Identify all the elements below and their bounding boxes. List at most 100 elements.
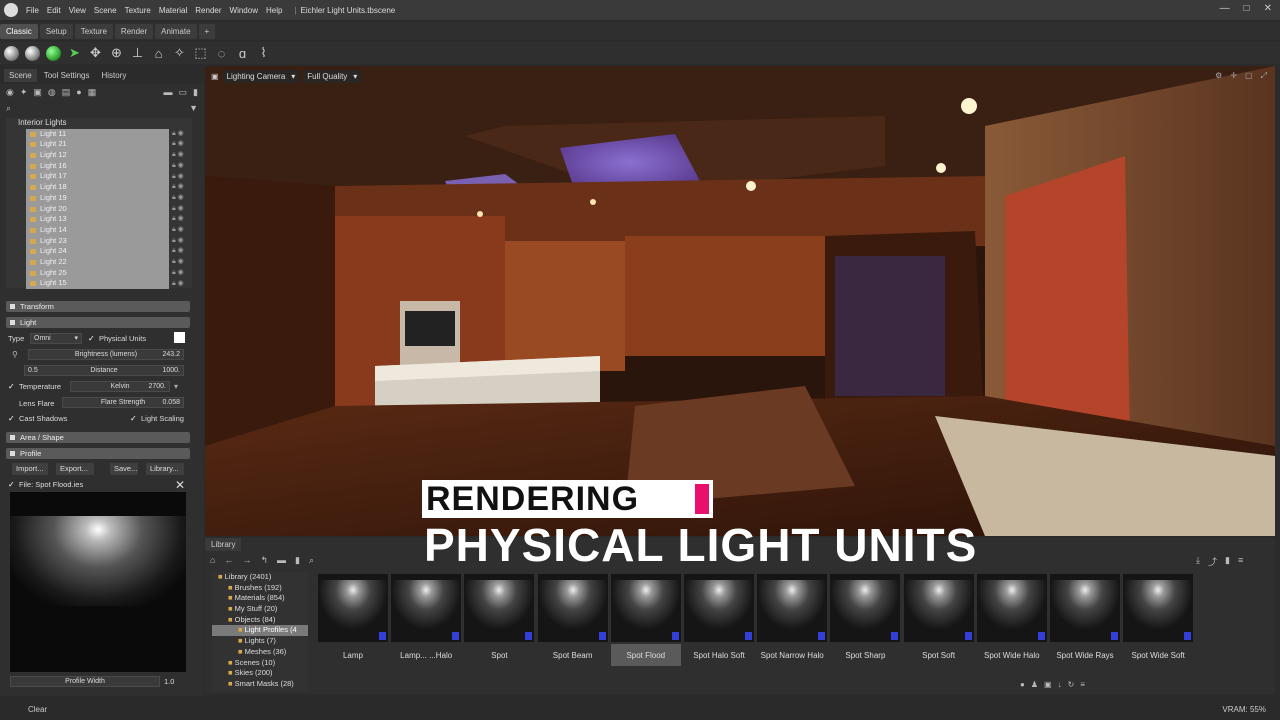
tab-setup[interactable]: Setup bbox=[39, 23, 73, 39]
menu-edit[interactable]: Edit bbox=[47, 6, 61, 15]
forward-icon[interactable]: → bbox=[242, 555, 251, 566]
tree-item-light[interactable]: Light 24 bbox=[26, 246, 169, 257]
library-item[interactable]: Spot Wide Halo bbox=[976, 574, 1047, 666]
add-object-icon[interactable]: ◉ bbox=[6, 87, 14, 98]
kelvin-menu-icon[interactable]: ▾ bbox=[174, 382, 178, 391]
lock-visibility-icon[interactable]: 🔒︎ ◉ bbox=[172, 161, 188, 170]
refresh-icon[interactable]: ↻ bbox=[1068, 680, 1075, 689]
import-button[interactable]: Import... bbox=[12, 463, 48, 475]
add-light-icon[interactable]: ✦ bbox=[20, 87, 28, 98]
library-tree-item[interactable]: ■ Scenes (10) bbox=[212, 658, 308, 669]
lasso-icon[interactable]: ɑ bbox=[235, 46, 250, 61]
library-item[interactable]: Spot Wide Rays bbox=[1050, 574, 1120, 666]
library-item[interactable]: Spot Beam bbox=[537, 574, 608, 666]
library-tree-item[interactable]: ■ Brushes (192) bbox=[212, 583, 308, 594]
rect-select-icon[interactable]: ⬚ bbox=[193, 45, 208, 61]
arrow-down-icon[interactable]: ↓ bbox=[1058, 680, 1062, 689]
camera-select[interactable]: Lighting Camera ▾ bbox=[222, 69, 300, 83]
settings-icon[interactable]: ⚙ bbox=[1215, 71, 1222, 81]
clear-button[interactable]: Clear bbox=[28, 705, 47, 714]
tree-item-light[interactable]: Light 17 bbox=[26, 171, 169, 183]
lock-visibility-icon[interactable]: 🔒︎ ◉ bbox=[172, 193, 188, 202]
expand-icon[interactable]: ⤢ bbox=[1261, 71, 1267, 81]
library-search-icon[interactable]: ⌕ bbox=[309, 555, 314, 566]
new-folder-icon[interactable]: ▬ bbox=[277, 555, 286, 566]
remove-profile-icon[interactable]: ✕ bbox=[175, 478, 185, 492]
library-button[interactable]: Library... bbox=[146, 463, 184, 475]
tree-item-light[interactable]: Light 14 bbox=[26, 224, 169, 236]
render-viewport[interactable] bbox=[205, 66, 1275, 536]
menu-render[interactable]: Render bbox=[195, 6, 221, 15]
save-button[interactable]: Save... bbox=[110, 463, 138, 475]
sphere-view-icon[interactable]: ● bbox=[1020, 680, 1025, 689]
library-tree-item[interactable]: ■ Materials (854) bbox=[212, 593, 308, 604]
grid-view-icon[interactable]: ▣ bbox=[1044, 680, 1052, 689]
back-icon[interactable]: ← bbox=[224, 555, 233, 566]
add-grid-icon[interactable]: ▦ bbox=[88, 87, 97, 98]
lock-visibility-icon[interactable]: 🔒︎ ◉ bbox=[172, 129, 188, 138]
library-item[interactable]: Spot Wide Soft bbox=[1123, 574, 1194, 666]
menu-view[interactable]: View bbox=[69, 6, 86, 15]
menu-scene[interactable]: Scene bbox=[94, 6, 117, 15]
library-item[interactable]: Spot Soft bbox=[903, 574, 974, 666]
tab-animate[interactable]: Animate bbox=[155, 23, 197, 39]
home-icon[interactable]: ⌂ bbox=[210, 555, 215, 566]
tree-item-light[interactable]: Light 19 bbox=[26, 192, 169, 204]
light-type-select[interactable]: Omni ▾ bbox=[30, 333, 82, 344]
paint-select-icon[interactable]: ⌇ bbox=[256, 45, 271, 61]
material-sphere-icon[interactable] bbox=[25, 45, 40, 61]
pivot-icon[interactable]: ⌂ bbox=[151, 46, 166, 61]
tab-tool-settings[interactable]: Tool Settings bbox=[39, 69, 95, 82]
physical-units-checkbox[interactable]: ✓ Physical Units bbox=[88, 334, 146, 343]
tree-item-light[interactable]: Light 15 bbox=[26, 278, 169, 289]
lock-visibility-icon[interactable]: 🔒︎ ◉ bbox=[172, 150, 188, 159]
move-icon[interactable]: ✥ bbox=[88, 45, 103, 61]
library-item[interactable]: Spot Narrow Halo bbox=[757, 574, 828, 666]
library-tree-item[interactable]: ■ Light Profiles (4 bbox=[212, 625, 308, 637]
tree-group-interior-lights[interactable]: Interior Lights bbox=[6, 118, 192, 129]
minimize-icon[interactable]: — bbox=[1220, 3, 1230, 14]
circle-select-icon[interactable]: ◌ bbox=[214, 46, 229, 61]
menu-material[interactable]: Material bbox=[159, 6, 187, 15]
menu-help[interactable]: Help bbox=[266, 6, 282, 15]
tab-render[interactable]: Render bbox=[114, 23, 154, 39]
section-profile[interactable]: Profile bbox=[6, 448, 190, 459]
crosshair-icon[interactable]: ✛ bbox=[1230, 71, 1237, 81]
cast-shadows-checkbox[interactable]: ✓ Cast Shadows bbox=[8, 414, 67, 423]
menu-texture[interactable]: Texture bbox=[125, 6, 151, 15]
delete-icon[interactable]: ▮ bbox=[193, 87, 198, 98]
section-transform[interactable]: Transform bbox=[6, 301, 190, 312]
maximize-icon[interactable]: □ bbox=[1244, 3, 1250, 14]
lock-visibility-icon[interactable]: 🔒︎ ◉ bbox=[172, 268, 188, 277]
library-tree-item[interactable]: ■ Lights (7) bbox=[212, 636, 308, 647]
add-sphere-icon[interactable]: ● bbox=[76, 87, 81, 97]
add-cylinder-icon[interactable]: ◍ bbox=[48, 87, 56, 98]
library-menu-icon[interactable]: ≡ bbox=[1238, 555, 1243, 568]
search-icon[interactable]: ⌕ bbox=[6, 103, 11, 114]
render-sphere-icon[interactable] bbox=[46, 45, 61, 61]
lens-flare-checkbox[interactable]: Lens Flare bbox=[8, 398, 54, 408]
duplicate-icon[interactable]: ▭ bbox=[179, 87, 188, 98]
lock-visibility-icon[interactable]: 🔒︎ ◉ bbox=[172, 279, 188, 288]
rotate-icon[interactable]: ⊕ bbox=[109, 45, 124, 61]
tab-scene[interactable]: Scene bbox=[4, 68, 37, 82]
library-tree-item[interactable]: ■ Objects (84) bbox=[212, 615, 308, 626]
wand-icon[interactable]: ✧ bbox=[172, 45, 187, 61]
lock-visibility-icon[interactable]: 🔒︎ ◉ bbox=[172, 214, 188, 223]
library-tree-item[interactable]: ■ Skies (200) bbox=[212, 668, 308, 679]
frame-icon[interactable]: ▢ bbox=[1245, 71, 1253, 81]
profile-width-value[interactable]: 1.0 bbox=[164, 677, 174, 686]
section-area-shape[interactable]: Area / Shape bbox=[6, 432, 190, 443]
library-item[interactable]: Lamp... ...Halo bbox=[391, 574, 462, 666]
library-tree-item[interactable]: ■ My Stuff (20) bbox=[212, 604, 308, 615]
library-tree-item[interactable]: ■ Meshes (36) bbox=[212, 647, 308, 658]
menu-file[interactable]: File bbox=[26, 6, 39, 15]
tree-item-light[interactable]: Light 12 bbox=[26, 150, 169, 161]
light-scaling-checkbox[interactable]: ✓ Light Scaling bbox=[130, 414, 184, 423]
tab-library[interactable]: Library bbox=[205, 538, 242, 551]
camera-icon[interactable]: ▣ bbox=[211, 72, 219, 81]
tree-item-light[interactable]: Light 23 bbox=[26, 235, 169, 247]
section-light[interactable]: Light bbox=[6, 317, 190, 328]
tree-item-light[interactable]: Light 20 bbox=[26, 203, 169, 215]
flare-strength-slider[interactable]: Flare Strength 0.058 bbox=[62, 397, 184, 408]
